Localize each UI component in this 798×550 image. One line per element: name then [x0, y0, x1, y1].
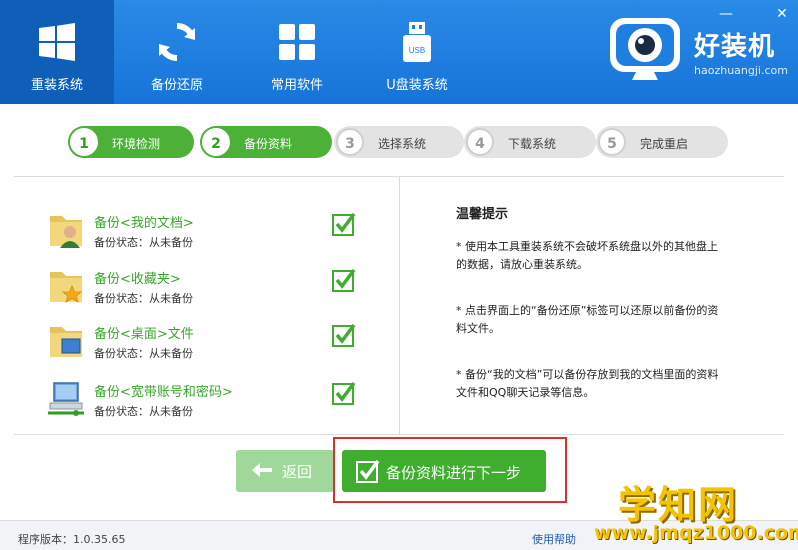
brand-name: 好装机 [694, 32, 776, 62]
step-label: 下载系统 [508, 137, 557, 151]
checkbox-checked-icon[interactable] [332, 381, 356, 405]
step-number: 4 [466, 128, 494, 156]
backup-next-button[interactable]: 备份资料进行下一步 [342, 450, 546, 492]
network-computer-icon [48, 382, 84, 416]
step-label: 完成重启 [640, 137, 689, 151]
backup-item-title: 备份<桌面>文件 [94, 327, 194, 342]
checkbox-checked-icon[interactable] [332, 323, 356, 347]
watermark-url: www.jmqz1000.com [594, 522, 798, 544]
backup-item-status: 备份状态：从未备份 [94, 292, 193, 305]
back-button-label: 返回 [282, 463, 313, 481]
step-label: 选择系统 [378, 137, 427, 151]
step-number: 1 [70, 128, 98, 156]
tab-label: 备份还原 [150, 78, 203, 93]
header-bar: 重装系统 备份还原 常用软件 USB U盘装系统 — ✕ 好装机 haozhua… [0, 0, 798, 104]
step-finish-reboot: 5 完成重启 [596, 126, 728, 158]
apps-grid-icon [279, 24, 315, 60]
brand-logo: 好装机 haozhuangji.com [608, 16, 798, 86]
backup-item-documents: 备份<我的文档> 备份状态：从未备份 [40, 210, 370, 258]
windows-icon [39, 23, 75, 61]
step-number: 3 [336, 128, 364, 156]
checkbox-checked-icon [356, 459, 380, 483]
step-label: 环境检测 [112, 137, 161, 151]
backup-item-title: 备份<宽带账号和密码> [94, 385, 233, 400]
usb-icon: USB [403, 22, 431, 62]
backup-item-status: 备份状态：从未备份 [94, 236, 193, 249]
backup-restore-icon [159, 22, 195, 62]
tab-common-software[interactable]: 常用软件 [240, 0, 354, 104]
step-environment-check: 1 环境检测 [68, 126, 194, 158]
step-number: 5 [598, 128, 626, 156]
tab-label: 常用软件 [270, 78, 323, 93]
backup-item-status: 备份状态：从未备份 [94, 347, 193, 360]
tip-text: * 备份“我的文档”可以备份存放到我的文档里面的资料文件和QQ聊天记录等信息。 [456, 368, 719, 399]
step-label: 备份资料 [244, 137, 293, 151]
tab-backup-restore[interactable]: 备份还原 [120, 0, 234, 104]
backup-item-broadband: 备份<宽带账号和密码> 备份状态：从未备份 [40, 379, 370, 427]
divider [399, 177, 400, 435]
backup-item-favorites: 备份<收藏夹> 备份状态：从未备份 [40, 266, 370, 314]
help-link[interactable]: 使用帮助 [532, 531, 576, 547]
checkbox-checked-icon[interactable] [332, 212, 356, 236]
tips-title: 温馨提示 [456, 207, 509, 222]
step-backup-data: 2 备份资料 [200, 126, 332, 158]
tip-text: * 点击界面上的“备份还原”标签可以还原以前备份的资料文件。 [456, 304, 719, 335]
tab-reinstall-system[interactable]: 重装系统 [0, 0, 114, 104]
brand-url: haozhuangji.com [694, 64, 788, 77]
backup-item-status: 备份状态：从未备份 [94, 405, 193, 418]
tab-usb-install[interactable]: USB U盘装系统 [360, 0, 474, 104]
back-arrow-icon [252, 463, 272, 477]
back-button[interactable]: 返回 [236, 450, 334, 492]
tab-label: 重装系统 [30, 78, 83, 93]
documents-folder-icon [50, 216, 82, 248]
eye-monitor-logo-icon [610, 18, 680, 80]
step-select-system: 3 选择系统 [334, 126, 464, 158]
favorites-folder-icon [50, 272, 83, 303]
divider [14, 434, 784, 435]
desktop-folder-icon [50, 327, 82, 357]
step-number: 2 [202, 128, 230, 156]
usb-text: USB [409, 46, 425, 55]
backup-next-label: 备份资料进行下一步 [386, 464, 522, 482]
checkbox-checked-icon[interactable] [332, 268, 356, 292]
backup-item-desktop: 备份<桌面>文件 备份状态：从未备份 [40, 321, 370, 369]
tip-text: * 使用本工具重装系统不会破坏系统盘以外的其他盘上的数据，请放心重装系统。 [456, 240, 718, 271]
backup-item-title: 备份<我的文档> [94, 216, 194, 231]
watermark-title: 学知网 [618, 483, 739, 527]
progress-steps: 1 环境检测 2 备份资料 3 选择系统 4 下载系统 5 完成重启 [68, 126, 728, 158]
step-download-system: 4 下载系统 [464, 126, 596, 158]
version-text: 程序版本：1.0.35.65 [18, 533, 126, 546]
backup-item-title: 备份<收藏夹> [94, 272, 181, 287]
tab-label: U盘装系统 [386, 78, 448, 93]
